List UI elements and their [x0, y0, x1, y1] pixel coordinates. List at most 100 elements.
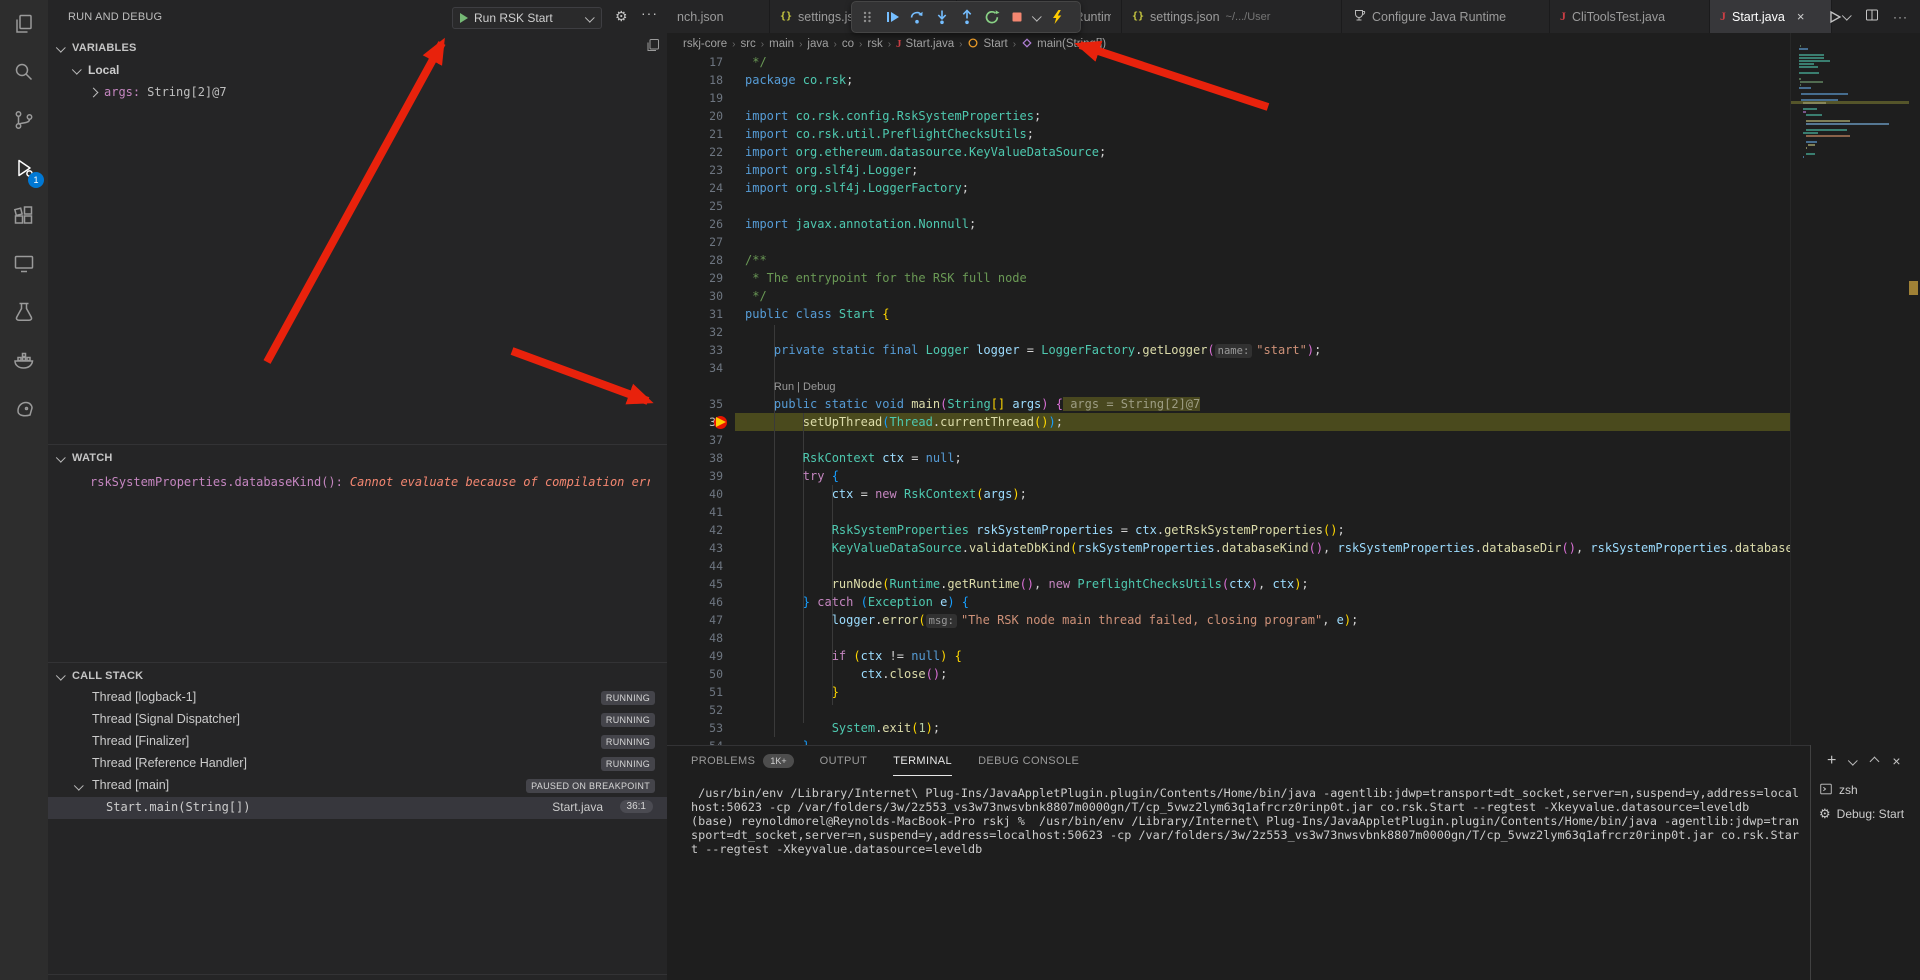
- line-number[interactable]: 29: [667, 269, 723, 287]
- breadcrumb-item[interactable]: Start: [967, 37, 1007, 52]
- line-number[interactable]: 54: [667, 737, 723, 745]
- drag-grip-icon[interactable]: [856, 6, 878, 28]
- line-number[interactable]: 26: [667, 215, 723, 233]
- line-number[interactable]: 23: [667, 161, 723, 179]
- line-number[interactable]: 39: [667, 467, 723, 485]
- panel-tab-problems[interactable]: PROBLEMS1K+: [691, 746, 794, 776]
- editor-group-icon[interactable]: [645, 37, 661, 56]
- stop-icon[interactable]: [1006, 6, 1028, 28]
- source-control-icon[interactable]: [0, 96, 48, 144]
- line-number[interactable]: 35: [667, 395, 723, 413]
- variable-row-args[interactable]: args: String[2]@7: [90, 81, 227, 103]
- chevron-down-icon[interactable]: [1848, 755, 1858, 765]
- code-editor[interactable]: 1718192021222324252627282930313233343536…: [667, 55, 1790, 745]
- remote-explorer-icon[interactable]: [0, 240, 48, 288]
- line-number[interactable]: 24: [667, 179, 723, 197]
- line-number[interactable]: 51: [667, 683, 723, 701]
- minimap[interactable]: [1790, 33, 1909, 745]
- gear-icon[interactable]: ⚙: [615, 8, 628, 25]
- line-number[interactable]: 49: [667, 647, 723, 665]
- step-out-icon[interactable]: [956, 6, 978, 28]
- stack-frame-row[interactable]: Start.main(String[]) Start.java 36:1: [48, 797, 667, 819]
- line-number[interactable]: 41: [667, 503, 723, 521]
- close-icon[interactable]: ×: [1797, 9, 1805, 24]
- call-stack-thread-row[interactable]: Thread [Finalizer]RUNNING: [48, 731, 667, 753]
- line-number[interactable]: 22: [667, 143, 723, 161]
- line-number[interactable]: 50: [667, 665, 723, 683]
- call-stack-thread-row[interactable]: Thread [main]PAUSED ON BREAKPOINT: [48, 775, 667, 797]
- run-debug-icon[interactable]: 1: [0, 144, 48, 192]
- panel-tab-terminal[interactable]: TERMINAL: [893, 746, 952, 776]
- breadcrumb-item[interactable]: co: [842, 38, 854, 50]
- line-number[interactable]: 30: [667, 287, 723, 305]
- line-number[interactable]: 18: [667, 71, 723, 89]
- line-number[interactable]: 43: [667, 539, 723, 557]
- maximize-panel-icon[interactable]: [1870, 756, 1880, 766]
- ellipsis-icon[interactable]: ···: [641, 5, 658, 21]
- run-file-button[interactable]: [1826, 9, 1851, 25]
- call-stack-thread-row[interactable]: Thread [logback-1]RUNNING: [48, 687, 667, 709]
- line-number[interactable]: 48: [667, 629, 723, 647]
- step-into-icon[interactable]: [931, 6, 953, 28]
- tab-settings-json[interactable]: {}settings.json~/.../User: [1122, 0, 1342, 33]
- gradle-icon[interactable]: [0, 384, 48, 432]
- line-number[interactable]: 19: [667, 89, 723, 107]
- restart-icon[interactable]: [981, 6, 1003, 28]
- breadcrumb-item[interactable]: rsk: [867, 38, 882, 50]
- tab-nch-json[interactable]: nch.json: [667, 0, 770, 33]
- variables-scope-local[interactable]: Local: [74, 59, 119, 81]
- tab-clitoolstest-java[interactable]: JCliToolsTest.java: [1550, 0, 1710, 33]
- line-number[interactable]: 38: [667, 449, 723, 467]
- terminal-list-item-debug-start[interactable]: ⚙Debug: Start: [1811, 802, 1920, 826]
- breadcrumb[interactable]: rskj-core›src›main›java›co›rsk›JStart.ja…: [683, 33, 1106, 55]
- breadcrumb-item[interactable]: src: [740, 38, 755, 50]
- breadcrumb-item[interactable]: JStart.java: [896, 38, 954, 50]
- files-icon[interactable]: [0, 0, 48, 48]
- variables-section-header[interactable]: VARIABLES: [58, 37, 137, 59]
- line-number[interactable]: 27: [667, 233, 723, 251]
- call-stack-thread-row[interactable]: Thread [Signal Dispatcher]RUNNING: [48, 709, 667, 731]
- line-number[interactable]: 46: [667, 593, 723, 611]
- extensions-icon[interactable]: [0, 192, 48, 240]
- more-actions-icon[interactable]: ···: [1893, 10, 1908, 24]
- docker-icon[interactable]: [0, 336, 48, 384]
- hot-code-replace-icon[interactable]: [1046, 6, 1068, 28]
- line-number[interactable]: 53: [667, 719, 723, 737]
- continue-icon[interactable]: [881, 6, 903, 28]
- watch-expression-row[interactable]: rskSystemProperties.databaseKind(): Cann…: [90, 471, 650, 493]
- line-number[interactable]: 21: [667, 125, 723, 143]
- codelens-run-debug[interactable]: Run | Debug: [745, 377, 835, 395]
- terminal-output[interactable]: /usr/bin/env /Library/Internet\ Plug-Ins…: [691, 786, 1799, 856]
- breadcrumb-item[interactable]: main: [769, 38, 794, 50]
- line-number[interactable]: 34: [667, 359, 723, 377]
- tab-configure-java-runtime[interactable]: Configure Java Runtime: [1342, 0, 1550, 33]
- line-number[interactable]: 17: [667, 55, 723, 71]
- line-number[interactable]: 32: [667, 323, 723, 341]
- panel-tab-debug-console[interactable]: DEBUG CONSOLE: [978, 746, 1079, 776]
- tab-start-java[interactable]: JStart.java×: [1710, 0, 1832, 33]
- line-number[interactable]: 45: [667, 575, 723, 593]
- line-number[interactable]: 42: [667, 521, 723, 539]
- line-number[interactable]: 44: [667, 557, 723, 575]
- watch-section-header[interactable]: WATCH: [58, 447, 113, 469]
- line-number[interactable]: 31: [667, 305, 723, 323]
- line-number[interactable]: 47: [667, 611, 723, 629]
- line-number[interactable]: 40: [667, 485, 723, 503]
- call-stack-section-header[interactable]: CALL STACK: [58, 665, 143, 687]
- line-number[interactable]: 33: [667, 341, 723, 359]
- step-over-icon[interactable]: [906, 6, 928, 28]
- line-number[interactable]: 20: [667, 107, 723, 125]
- close-panel-icon[interactable]: ×: [1892, 753, 1900, 769]
- line-number[interactable]: 25: [667, 197, 723, 215]
- line-number[interactable]: 52: [667, 701, 723, 719]
- new-terminal-icon[interactable]: +: [1827, 752, 1836, 770]
- testing-icon[interactable]: [0, 288, 48, 336]
- breadcrumb-item[interactable]: main(String[]): [1021, 37, 1106, 52]
- terminal-list-item-zsh[interactable]: zsh: [1811, 778, 1920, 802]
- call-stack-thread-row[interactable]: Thread [Reference Handler]RUNNING: [48, 753, 667, 775]
- split-editor-icon[interactable]: [1864, 7, 1880, 26]
- panel-tab-output[interactable]: OUTPUT: [820, 746, 868, 776]
- run-config-dropdown[interactable]: Run RSK Start: [452, 7, 602, 29]
- chevron-down-icon[interactable]: [1031, 6, 1043, 28]
- breadcrumb-item[interactable]: java: [807, 38, 828, 50]
